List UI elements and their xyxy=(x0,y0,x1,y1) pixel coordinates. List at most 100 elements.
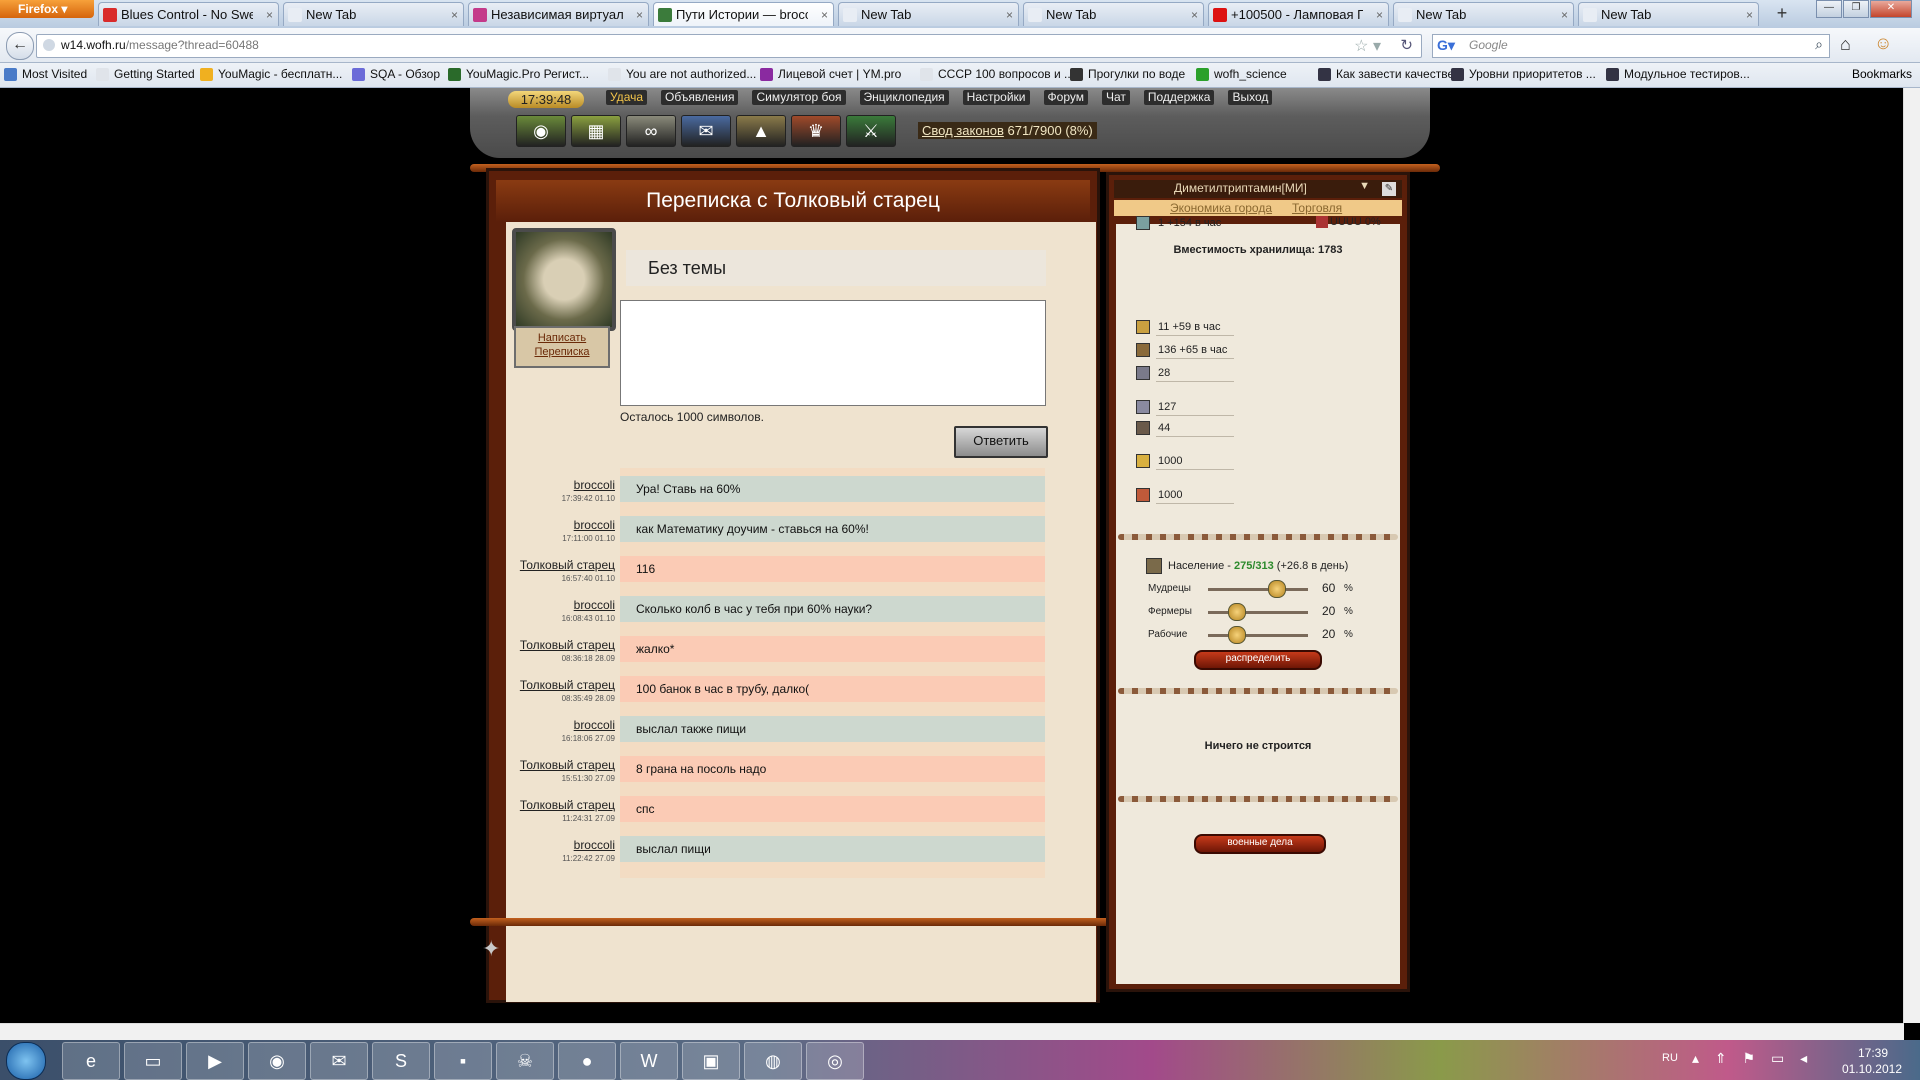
tab-close-icon[interactable]: × xyxy=(266,3,273,26)
new-tab-button[interactable]: + xyxy=(1770,3,1794,25)
url-bar[interactable]: w14.wofh.ru/message?thread=60488 ☆ ▾ ↻ xyxy=(36,34,1422,58)
slider-knob-icon[interactable] xyxy=(1268,580,1286,598)
army-icon[interactable]: ⚔ xyxy=(846,115,896,147)
taskbar-skype-icon[interactable]: S xyxy=(372,1042,430,1080)
reply-button[interactable]: Ответить xyxy=(954,426,1048,458)
chevron-down-icon[interactable]: ▼ xyxy=(1359,180,1370,192)
game-menu-item[interactable]: Чат xyxy=(1101,90,1130,105)
tab-close-icon[interactable]: × xyxy=(1191,3,1198,26)
trade-link[interactable]: Торговля xyxy=(1292,201,1342,215)
tab-close-icon[interactable]: × xyxy=(636,3,643,26)
tray-icons[interactable]: ▴ ⇑ ⚑ ▭ ◂ xyxy=(1692,1050,1813,1067)
bookmarks-menu[interactable]: Bookmarks xyxy=(1836,67,1912,81)
game-menu-item[interactable]: Форум xyxy=(1043,90,1088,105)
browser-tab[interactable]: New Tab × xyxy=(283,2,464,26)
bookmark-item[interactable]: wofh_science xyxy=(1196,67,1287,81)
horizontal-scrollbar[interactable] xyxy=(0,1023,1904,1040)
search-icon[interactable]: ⌕ xyxy=(1815,36,1823,53)
correspondence-link[interactable]: Переписка xyxy=(516,345,608,359)
game-menu-item[interactable]: Поддержка xyxy=(1143,90,1215,105)
bookmark-item[interactable]: Как завести качестве... xyxy=(1318,67,1464,81)
laws-link[interactable]: Свод законов xyxy=(922,123,1004,138)
message-author-link[interactable]: broccoli xyxy=(510,518,615,532)
taskbar-explorer-icon[interactable]: ▭ xyxy=(124,1042,182,1080)
browser-tab[interactable]: Пути Истории — broccoli × xyxy=(653,2,834,26)
game-menu-item[interactable]: Объявления xyxy=(661,90,739,105)
taskbar-chrome-icon[interactable]: ◎ xyxy=(806,1042,864,1080)
taskbar-time[interactable]: 17:39 xyxy=(1858,1046,1888,1060)
tab-close-icon[interactable]: × xyxy=(1376,3,1383,26)
message-author-link[interactable]: Толковый старец xyxy=(510,558,615,572)
bookmark-item[interactable]: Уровни приоритетов ... xyxy=(1451,67,1596,81)
message-author-link[interactable]: Толковый старец xyxy=(510,798,615,812)
mail-icon[interactable]: ✉ xyxy=(681,115,731,147)
home-icon[interactable]: ⌂ xyxy=(1840,34,1851,55)
google-icon[interactable]: G▾ xyxy=(1437,37,1455,54)
browser-tab[interactable]: +100500 - Ламповая Гол... × xyxy=(1208,2,1389,26)
game-menu-item[interactable]: Настройки xyxy=(962,90,1030,105)
search-bar[interactable]: G▾ Google ⌕ xyxy=(1432,34,1830,58)
browser-tab[interactable]: New Tab × xyxy=(1393,2,1574,26)
taskbar-media-player-icon[interactable]: ▶ xyxy=(186,1042,244,1080)
population-slider[interactable]: Мудрецы 60% xyxy=(1148,580,1378,598)
reply-textarea[interactable] xyxy=(620,300,1046,406)
back-button[interactable]: ← xyxy=(6,32,34,60)
bookmark-item[interactable]: YouMagic - бесплатн... xyxy=(200,67,342,81)
taskbar-date[interactable]: 01.10.2012 xyxy=(1842,1062,1902,1076)
bookmark-item[interactable]: Лицевой счет | YM.pro xyxy=(760,67,901,81)
city-selector[interactable]: Диметилтриптамин[МИ] ▼ ✎ xyxy=(1114,180,1402,198)
addon-icon[interactable]: ☺ xyxy=(1874,33,1892,54)
close-window-button[interactable]: ✕ xyxy=(1870,0,1912,18)
message-author-link[interactable]: Толковый старец xyxy=(510,758,615,772)
bookmark-item[interactable]: You are not authorized... xyxy=(608,67,756,81)
slider-knob-icon[interactable] xyxy=(1228,603,1246,621)
browser-tab[interactable]: New Tab × xyxy=(838,2,1019,26)
firefox-menu-button[interactable]: Firefox ▾ xyxy=(0,0,94,18)
bookmark-item[interactable]: Прогулки по воде xyxy=(1070,67,1185,81)
game-menu-item[interactable]: Энциклопедия xyxy=(859,90,949,105)
message-author-link[interactable]: Толковый старец xyxy=(510,678,615,692)
game-menu-item[interactable]: Выход xyxy=(1228,90,1273,105)
message-author-link[interactable]: broccoli xyxy=(510,718,615,732)
taskbar-mail-icon[interactable]: ✉ xyxy=(310,1042,368,1080)
laws-indicator[interactable]: Свод законов 671/7900 (8%) xyxy=(918,122,1097,139)
population-slider[interactable]: Рабочие 20% xyxy=(1148,626,1378,644)
taskbar-virtualbox-icon[interactable]: ▣ xyxy=(682,1042,740,1080)
bookmark-item[interactable]: Most Visited xyxy=(4,67,87,81)
taskbar-game-icon[interactable]: ☠ xyxy=(496,1042,554,1080)
tab-close-icon[interactable]: × xyxy=(821,3,828,26)
vertical-scrollbar[interactable] xyxy=(1903,88,1920,1023)
site-identity-icon[interactable] xyxy=(43,39,55,51)
browser-tab[interactable]: New Tab × xyxy=(1023,2,1204,26)
reload-icon[interactable]: ↻ xyxy=(1400,36,1413,54)
taskbar-word-icon[interactable]: W xyxy=(620,1042,678,1080)
taskbar-media-icon[interactable]: ◍ xyxy=(744,1042,802,1080)
population-slider[interactable]: Фермеры 20% xyxy=(1148,603,1378,621)
slider-track[interactable] xyxy=(1208,634,1308,637)
browser-tab[interactable]: Независимая виртуальн... × xyxy=(468,2,649,26)
map-icon[interactable]: ▦ xyxy=(571,115,621,147)
tab-close-icon[interactable]: × xyxy=(1006,3,1013,26)
browser-tab[interactable]: Blues Control - No Sweat... × xyxy=(98,2,279,26)
bookmark-item[interactable]: Getting Started xyxy=(96,67,195,81)
tab-close-icon[interactable]: × xyxy=(1561,3,1568,26)
crest-icon[interactable]: ♛ xyxy=(791,115,841,147)
game-menu-item[interactable]: Удача xyxy=(606,90,648,105)
distribute-button[interactable]: распределить xyxy=(1194,650,1322,670)
game-menu-item[interactable]: Симулятор боя xyxy=(752,90,846,105)
taskbar-cmd-icon[interactable]: ▪ xyxy=(434,1042,492,1080)
science-icon[interactable]: ∞ xyxy=(626,115,676,147)
taskbar-ie-icon[interactable]: e xyxy=(62,1042,120,1080)
bookmark-item[interactable]: YouMagic.Pro Регист... xyxy=(448,67,589,81)
globe-icon[interactable]: ◉ xyxy=(516,115,566,147)
message-author-link[interactable]: broccoli xyxy=(510,478,615,492)
military-button[interactable]: военные дела xyxy=(1194,834,1326,854)
slider-knob-icon[interactable] xyxy=(1228,626,1246,644)
start-button[interactable] xyxy=(6,1042,46,1080)
write-message-link[interactable]: Написать xyxy=(516,331,608,345)
taskbar-firefox-icon[interactable]: ◉ xyxy=(248,1042,306,1080)
bookmark-item[interactable]: СССР 100 вопросов и ... xyxy=(920,67,1074,81)
maximize-button[interactable]: ❐ xyxy=(1843,0,1869,18)
bookmark-item[interactable]: SQA - Обзор xyxy=(352,67,440,81)
slider-track[interactable] xyxy=(1208,588,1308,591)
